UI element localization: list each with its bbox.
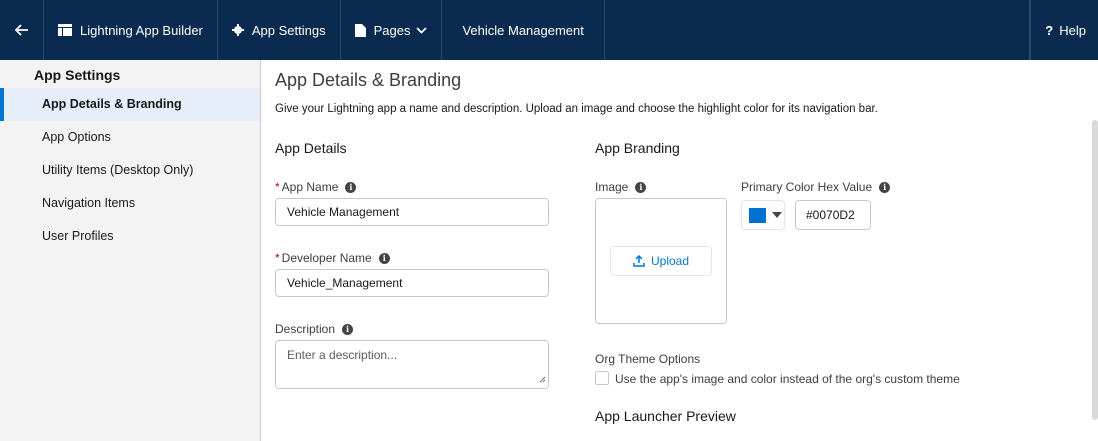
required-asterisk: * (275, 251, 280, 265)
description-placeholder: Enter a description... (287, 348, 398, 362)
settings-sidebar: App Settings App Details & Branding App … (0, 60, 260, 441)
arrow-left-icon (14, 24, 29, 36)
sidebar-item-navigation-items[interactable]: Navigation Items (0, 187, 260, 220)
upload-icon (633, 255, 645, 267)
sidebar-item-utility-items[interactable]: Utility Items (Desktop Only) (0, 154, 260, 187)
app-settings-label: App Settings (251, 22, 326, 38)
org-theme-options-label: Org Theme Options (595, 352, 701, 366)
primary-color-hex-input[interactable]: #0070D2 (795, 200, 871, 230)
app-builder-label: Lightning App Builder (80, 22, 203, 38)
info-icon[interactable]: i (345, 181, 357, 193)
gear-icon (231, 24, 244, 36)
sidebar-title: App Settings (34, 67, 121, 83)
current-app-name: Vehicle Management (442, 0, 605, 60)
app-name-input[interactable]: Vehicle Management (275, 198, 549, 226)
app-launcher-preview-heading: App Launcher Preview (595, 408, 736, 424)
info-icon[interactable]: i (342, 323, 354, 335)
current-app-name-label: Vehicle Management (462, 22, 584, 38)
chevron-down-icon (416, 26, 428, 34)
org-theme-checkbox-label: Use the app's image and color instead of… (615, 372, 960, 386)
required-asterisk: * (275, 180, 280, 194)
image-dropzone: Upload (595, 198, 727, 324)
app-settings-button[interactable]: App Settings (218, 0, 341, 60)
color-swatch (749, 207, 766, 223)
top-navigation-bar: Lightning App Builder App Settings Pages… (0, 0, 1098, 60)
developer-name-input[interactable]: Vehicle_Management (275, 269, 549, 297)
app-builder-icon (58, 24, 72, 36)
developer-name-label: * Developer Name i (275, 251, 390, 265)
sidebar-item-app-details-branding[interactable]: App Details & Branding (0, 88, 260, 121)
upload-label: Upload (650, 254, 690, 268)
main-panel: App Details & Branding Give your Lightni… (260, 60, 1098, 441)
page-icon (354, 23, 366, 37)
info-icon[interactable]: i (879, 181, 891, 193)
page-title: App Details & Branding (275, 70, 462, 90)
upload-button[interactable]: Upload (610, 246, 712, 276)
page-description: Give your Lightning app a name and descr… (275, 103, 878, 115)
help-label: Help (1059, 22, 1086, 38)
resize-handle-icon[interactable] (539, 372, 546, 386)
app-name-label: * App Name i (275, 180, 357, 194)
sidebar-item-user-profiles[interactable]: User Profiles (0, 220, 260, 253)
pages-menu-button[interactable]: Pages (341, 0, 443, 60)
app-details-heading: App Details (275, 140, 347, 156)
color-picker-button[interactable] (741, 200, 785, 230)
description-textarea[interactable]: Enter a description... (275, 340, 549, 389)
info-icon[interactable]: i (635, 181, 647, 193)
sidebar-item-app-options[interactable]: App Options (0, 121, 260, 154)
app-branding-heading: App Branding (595, 140, 680, 156)
primary-color-label: Primary Color Hex Value i (741, 180, 891, 194)
info-icon[interactable]: i (378, 252, 390, 264)
pages-label: Pages (373, 22, 411, 38)
image-label: Image i (595, 180, 647, 194)
help-button[interactable]: ? Help (1030, 0, 1098, 60)
question-mark-icon: ? (1045, 22, 1054, 38)
back-button[interactable] (0, 0, 44, 60)
vertical-scrollbar[interactable] (1092, 120, 1098, 420)
description-label: Description i (275, 322, 354, 336)
caret-down-icon (772, 212, 782, 218)
org-theme-checkbox[interactable] (595, 371, 609, 385)
lightning-app-builder-button[interactable]: Lightning App Builder (44, 0, 218, 60)
